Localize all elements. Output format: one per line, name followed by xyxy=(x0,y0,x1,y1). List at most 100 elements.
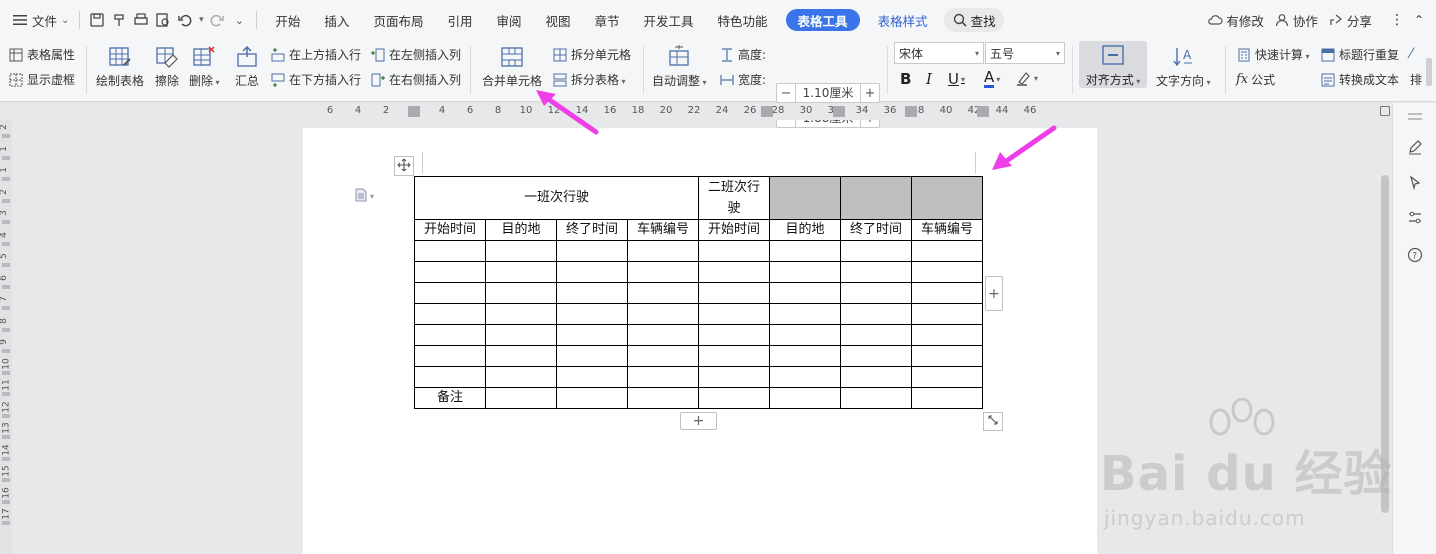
table-cell[interactable] xyxy=(627,303,699,325)
ruler-column-marker[interactable] xyxy=(408,106,420,117)
table-cell[interactable] xyxy=(556,303,628,325)
table-resize-handle[interactable] xyxy=(983,412,1003,431)
table-cell[interactable] xyxy=(769,282,841,304)
tab-features[interactable]: 特色功能 xyxy=(706,7,780,33)
table-cell[interactable] xyxy=(556,282,628,304)
table-cell[interactable] xyxy=(627,387,699,409)
table-cell[interactable] xyxy=(698,240,770,262)
header-cell[interactable]: 目的地 xyxy=(769,219,841,241)
table-cell[interactable] xyxy=(485,240,557,262)
help-icon[interactable]: ? xyxy=(1405,245,1425,265)
header-cell[interactable]: 开始时间 xyxy=(414,219,486,241)
table-cell[interactable] xyxy=(769,345,841,367)
table-cell[interactable] xyxy=(911,387,983,409)
file-menu[interactable]: 文件 ⌄ xyxy=(8,7,73,33)
table-cell[interactable] xyxy=(840,303,912,325)
table-cell[interactable] xyxy=(556,366,628,388)
sort-icon[interactable]: ⁄ xyxy=(1410,46,1412,62)
collab-button[interactable]: 协作 xyxy=(1274,11,1318,30)
footer-label-cell[interactable]: 备注 xyxy=(414,387,486,409)
customize-dropdown-icon[interactable]: ⌄ xyxy=(228,9,250,31)
table-cell[interactable] xyxy=(627,366,699,388)
table-properties-button[interactable]: 表格属性 xyxy=(8,46,75,63)
table-cell[interactable] xyxy=(769,387,841,409)
convert-to-text-button[interactable]: 转换成文本 xyxy=(1320,71,1399,88)
row-height-value[interactable]: 1.10厘米 xyxy=(795,84,861,102)
underline-button[interactable]: U ▾ xyxy=(948,70,965,88)
table-cell[interactable] xyxy=(840,240,912,262)
row-height-stepper[interactable]: − 1.10厘米 + xyxy=(776,83,880,103)
tab-sections[interactable]: 章节 xyxy=(583,7,632,33)
header-group-1[interactable]: 一班次行驶 xyxy=(414,176,699,220)
table-cell[interactable] xyxy=(698,387,770,409)
table-cell[interactable] xyxy=(911,324,983,346)
table-cell[interactable] xyxy=(698,324,770,346)
merge-cells-button[interactable]: 合并单元格 xyxy=(482,44,542,89)
table-cell[interactable] xyxy=(769,366,841,388)
tab-references[interactable]: 引用 xyxy=(435,7,484,33)
header-cell[interactable]: 终了时间 xyxy=(556,219,628,241)
table-cell[interactable] xyxy=(485,282,557,304)
more-options-icon[interactable]: ⋮ xyxy=(1390,12,1404,28)
tab-table-style[interactable]: 表格样式 xyxy=(866,7,940,33)
insert-row-above-button[interactable]: 在上方插入行 xyxy=(270,46,361,63)
tab-home[interactable]: 开始 xyxy=(263,7,312,33)
insert-col-left-button[interactable]: 在左侧插入列 xyxy=(370,46,461,63)
tab-insert[interactable]: 插入 xyxy=(312,7,361,33)
share-button[interactable]: 分享 xyxy=(1328,11,1372,30)
ruler-column-marker[interactable] xyxy=(833,106,845,117)
table-cell[interactable] xyxy=(769,261,841,283)
highlight-button[interactable]: ▾ xyxy=(1016,70,1038,86)
header-cell[interactable]: 车辆编号 xyxy=(911,219,983,241)
table-cell[interactable] xyxy=(414,240,486,262)
table-cell[interactable] xyxy=(911,366,983,388)
summary-button[interactable]: 汇总 xyxy=(234,44,260,89)
table-cell[interactable] xyxy=(485,345,557,367)
add-column-button[interactable]: + xyxy=(985,276,1003,311)
save-icon[interactable] xyxy=(86,9,108,31)
ruler-column-marker[interactable] xyxy=(977,106,989,117)
table-cell[interactable] xyxy=(840,387,912,409)
table-cell[interactable] xyxy=(698,366,770,388)
font-name-select[interactable]: 宋体 ▾ xyxy=(894,42,984,64)
header-group-2[interactable]: 二班次行驶 xyxy=(698,176,770,220)
table-cell[interactable] xyxy=(485,303,557,325)
table-cell[interactable] xyxy=(840,366,912,388)
horizontal-ruler[interactable]: 6422468101214161820222426283032343638404… xyxy=(0,103,1378,120)
ruler-column-marker[interactable] xyxy=(905,106,917,117)
undo-dropdown-icon[interactable]: ▾ xyxy=(196,9,206,31)
table-cell[interactable] xyxy=(556,387,628,409)
table-cell[interactable] xyxy=(627,240,699,262)
header-cell[interactable]: 开始时间 xyxy=(698,219,770,241)
font-color-button[interactable]: A ▾ xyxy=(984,70,1000,88)
bold-button[interactable]: B xyxy=(900,70,911,88)
table-cell[interactable] xyxy=(840,345,912,367)
height-decrease-button[interactable]: − xyxy=(777,86,795,101)
text-direction-button[interactable]: A 文字方向 ▾ xyxy=(1156,44,1211,89)
tab-page-layout[interactable]: 页面布局 xyxy=(361,7,435,33)
table-cell[interactable] xyxy=(485,387,557,409)
table-cell[interactable] xyxy=(698,282,770,304)
table-cell[interactable] xyxy=(485,366,557,388)
show-gridlines-button[interactable]: 显示虚框 xyxy=(8,71,75,88)
table-cell[interactable] xyxy=(769,303,841,325)
erase-button[interactable]: 擦除 xyxy=(154,44,180,89)
paragraph-options[interactable]: ▾ xyxy=(355,188,374,205)
table-cell[interactable] xyxy=(840,282,912,304)
table-cell[interactable] xyxy=(911,261,983,283)
table-cell-shaded[interactable] xyxy=(911,176,983,220)
print-icon[interactable] xyxy=(130,9,152,31)
font-size-select[interactable]: 五号 ▾ xyxy=(985,42,1065,64)
table-cell[interactable] xyxy=(485,324,557,346)
auto-fit-button[interactable]: 自动调整 ▾ xyxy=(652,44,707,89)
table-cell[interactable] xyxy=(911,303,983,325)
split-cells-button[interactable]: 拆分单元格 xyxy=(552,46,631,63)
table-cell[interactable] xyxy=(627,324,699,346)
collapse-panel-icon[interactable] xyxy=(1405,107,1425,127)
table-cell[interactable] xyxy=(840,324,912,346)
table-cell[interactable] xyxy=(414,261,486,283)
table-cell[interactable] xyxy=(911,240,983,262)
table-move-handle[interactable] xyxy=(394,156,414,176)
undo-icon[interactable] xyxy=(174,9,196,31)
table-cell[interactable] xyxy=(698,303,770,325)
